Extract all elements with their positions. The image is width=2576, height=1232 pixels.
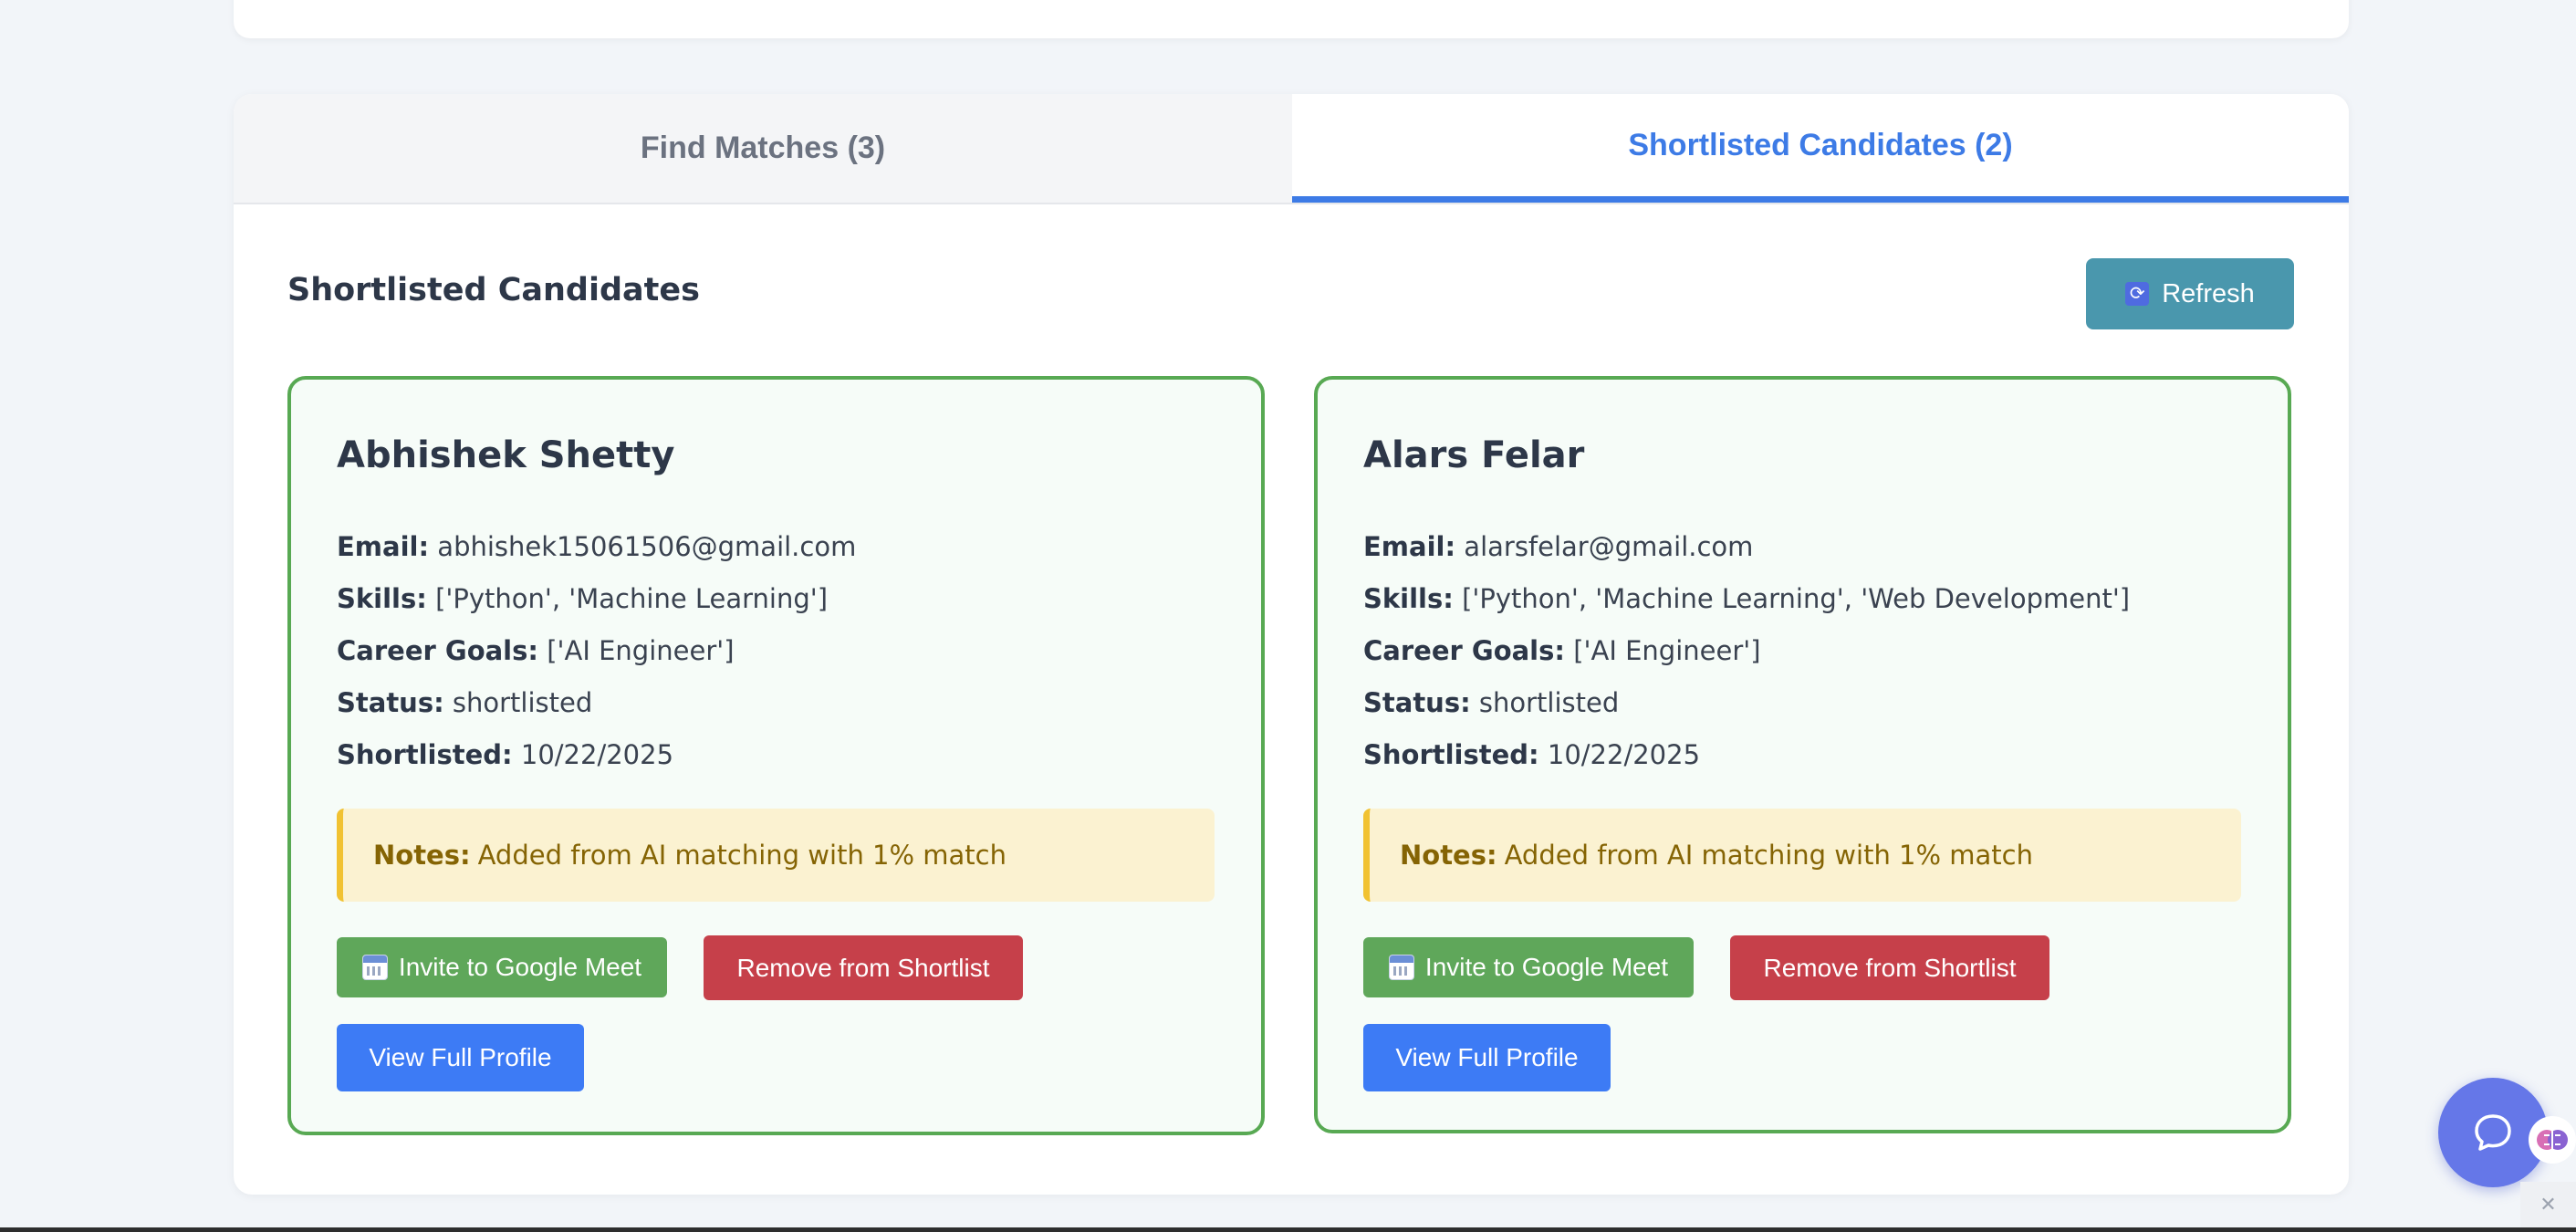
email-label: Email: [1363, 531, 1456, 562]
tab-bar: Find Matches (3) Shortlisted Candidates … [234, 94, 2349, 204]
notes-value: Added from AI matching with 1% match [1504, 840, 2033, 871]
top-card [234, 0, 2349, 38]
career-goals-value: ['AI Engineer'] [1573, 635, 1761, 666]
candidate-notes: Notes: Added from AI matching with 1% mat… [337, 809, 1215, 902]
refresh-label: Refresh [2162, 278, 2255, 308]
status-value: shortlisted [1478, 687, 1620, 718]
candidate-status: Status: shortlisted [337, 687, 592, 718]
candidate-career-goals: Career Goals: ['AI Engineer'] [337, 635, 735, 666]
tab-shortlisted-candidates[interactable]: Shortlisted Candidates (2) [1292, 94, 2349, 203]
skills-value: ['Python', 'Machine Learning', 'Web Deve… [1462, 583, 2131, 614]
shortlisted-label: Shortlisted: [337, 739, 513, 770]
candidate-notes: Notes: Added from AI matching with 1% mat… [1363, 809, 2241, 902]
shortlisted-value: 10/22/2025 [520, 739, 674, 770]
notes-label: Notes: [373, 840, 471, 871]
bottom-bar [0, 1227, 2576, 1232]
candidate-shortlisted-date: Shortlisted: 10/22/2025 [337, 739, 673, 770]
candidate-card: Abhishek Shetty Email: abhishek15061506@… [287, 376, 1265, 1135]
invite-google-meet-button[interactable]: Invite to Google Meet [337, 937, 667, 997]
email-value: abhishek15061506@gmail.com [437, 531, 857, 562]
candidate-status: Status: shortlisted [1363, 687, 1619, 718]
career-goals-label: Career Goals: [1363, 635, 1565, 666]
career-goals-value: ['AI Engineer'] [547, 635, 735, 666]
status-label: Status: [1363, 687, 1471, 718]
meet-label: Invite to Google Meet [398, 953, 642, 981]
career-goals-label: Career Goals: [337, 635, 538, 666]
shortlisted-label: Shortlisted: [1363, 739, 1539, 770]
view-full-profile-button[interactable]: View Full Profile [337, 1024, 584, 1091]
chat-icon [2475, 1114, 2511, 1151]
refresh-button[interactable]: ⟳ Refresh [2086, 258, 2294, 329]
brain-glyph [2537, 1130, 2568, 1150]
remove-from-shortlist-button[interactable]: Remove from Shortlist [704, 935, 1023, 1000]
candidate-career-goals: Career Goals: ['AI Engineer'] [1363, 635, 1761, 666]
candidate-email: Email: alarsfelar@gmail.com [1363, 531, 1753, 562]
shortlisted-value: 10/22/2025 [1547, 739, 1701, 770]
candidate-name: Abhishek Shetty [337, 434, 675, 476]
view-full-profile-button[interactable]: View Full Profile [1363, 1024, 1611, 1091]
email-label: Email: [337, 531, 430, 562]
candidate-name: Alars Felar [1363, 434, 1585, 476]
status-value: shortlisted [452, 687, 593, 718]
brain-icon[interactable] [2529, 1116, 2576, 1164]
calendar-icon [361, 955, 388, 980]
candidate-skills: Skills: ['Python', 'Machine Learning'] [337, 583, 828, 614]
meet-label: Invite to Google Meet [1424, 953, 1669, 981]
candidate-card: Alars Felar Email: alarsfelar@gmail.com … [1314, 376, 2291, 1133]
skills-value: ['Python', 'Machine Learning'] [435, 583, 829, 614]
candidates-panel: Find Matches (3) Shortlisted Candidates … [234, 94, 2349, 1195]
notes-label: Notes: [1400, 840, 1497, 871]
skills-label: Skills: [1363, 583, 1454, 614]
candidate-email: Email: abhishek15061506@gmail.com [337, 531, 856, 562]
section-title: Shortlisted Candidates [287, 272, 700, 308]
scroll-corner-icon[interactable]: ✕ [2520, 1182, 2576, 1227]
tab-find-matches[interactable]: Find Matches (3) [234, 94, 1292, 203]
email-value: alarsfelar@gmail.com [1464, 531, 1754, 562]
remove-from-shortlist-button[interactable]: Remove from Shortlist [1730, 935, 2049, 1000]
candidate-shortlisted-date: Shortlisted: 10/22/2025 [1363, 739, 1700, 770]
candidate-skills: Skills: ['Python', 'Machine Learning', '… [1363, 583, 2130, 614]
calendar-icon [1388, 955, 1414, 980]
refresh-icon: ⟳ [2125, 282, 2150, 306]
invite-google-meet-button[interactable]: Invite to Google Meet [1363, 937, 1694, 997]
notes-value: Added from AI matching with 1% match [477, 840, 1006, 871]
status-label: Status: [337, 687, 444, 718]
skills-label: Skills: [337, 583, 427, 614]
